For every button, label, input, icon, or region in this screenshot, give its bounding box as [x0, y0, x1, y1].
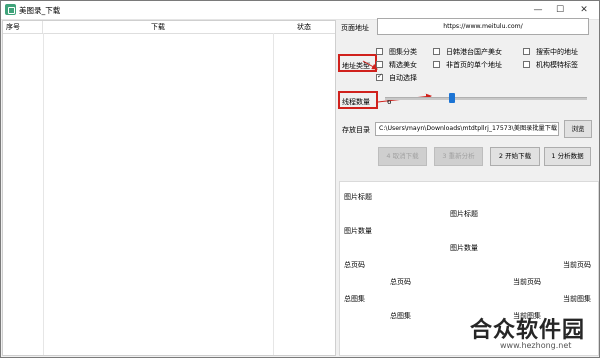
watermark-text: 合众软件园 — [470, 318, 586, 343]
start-download-button[interactable]: 2 开始下载 — [490, 147, 540, 166]
highlight-box — [338, 91, 378, 109]
thread-slider-track[interactable] — [385, 97, 587, 100]
current-page-label: 当前页码 — [563, 261, 591, 269]
image-count-label: 图片数量 — [344, 227, 372, 235]
browse-button[interactable]: 浏览 — [564, 120, 592, 138]
save-dir-input[interactable]: C:\Users\mayn\Downloads\mtdtpllrj_17573\… — [375, 122, 559, 136]
watermark-url: www.hezhong.net — [500, 341, 572, 350]
cancel-download-button[interactable]: 4 取消下载 — [378, 147, 427, 166]
save-dir-label: 存放目录 — [342, 126, 370, 134]
arrow-annotation — [362, 60, 378, 70]
current-page-value: 当前页码 — [513, 278, 541, 286]
album-title-label: 图片标题 — [344, 193, 372, 201]
current-album-label: 当前图集 — [563, 295, 591, 303]
total-pages-label: 总页码 — [344, 261, 365, 269]
total-albums-value: 总图集 — [390, 312, 411, 320]
total-pages-value: 总页码 — [390, 278, 411, 286]
thread-slider-thumb[interactable] — [448, 93, 455, 103]
image-count-value: 图片数量 — [450, 244, 478, 252]
app-window: 美图录_下载 — ☐ ✕ 序号 下载 状态 页面地址 https://www.m… — [0, 0, 600, 358]
analyze-button[interactable]: 1 分析数据 — [544, 147, 591, 166]
album-title-value: 图片标题 — [450, 210, 478, 218]
reanalyze-button[interactable]: 3 重新分析 — [434, 147, 483, 166]
total-albums-label: 总图集 — [344, 295, 365, 303]
